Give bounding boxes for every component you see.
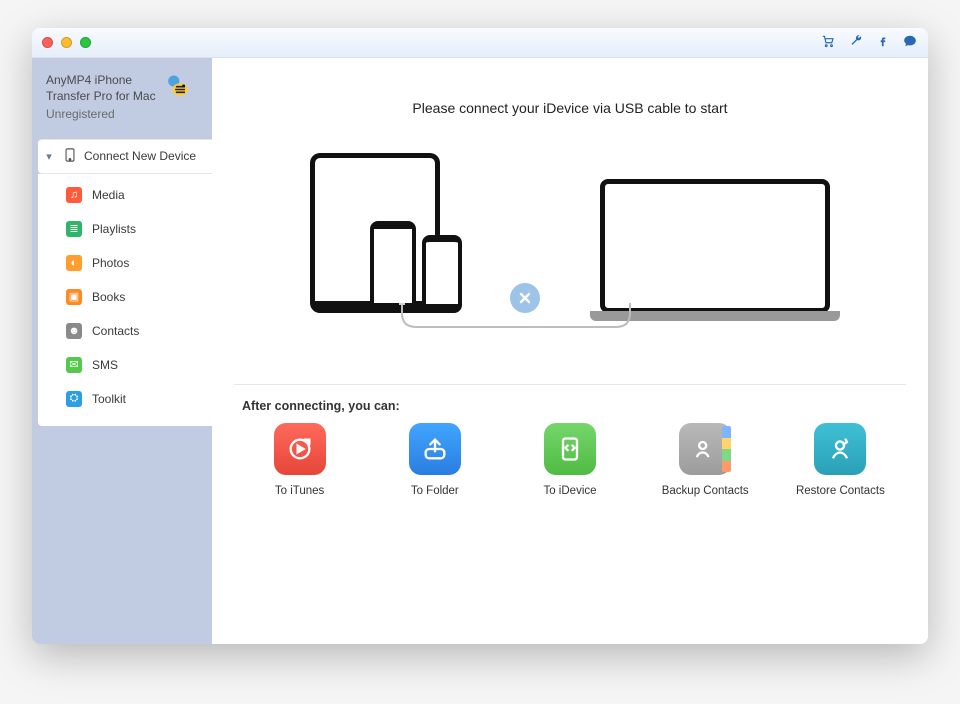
app-window: AnyMP4 iPhone Transfer Pro for Mac Unreg… xyxy=(32,28,928,644)
action-to-folder[interactable]: To Folder xyxy=(377,423,492,497)
sidebar-item-playlists[interactable]: ≣ Playlists xyxy=(38,212,212,246)
registration-status: Unregistered xyxy=(46,106,156,122)
laptop-illustration-icon xyxy=(600,179,830,313)
action-to-itunes[interactable]: To iTunes xyxy=(242,423,357,497)
chat-icon[interactable] xyxy=(902,34,918,51)
chevron-down-icon: ▾ xyxy=(42,150,56,163)
contacts-icon: ☻ xyxy=(66,323,82,339)
sidebar-item-label: Books xyxy=(92,290,125,304)
cart-icon[interactable] xyxy=(820,34,836,51)
connect-prompt: Please connect your iDevice via USB cabl… xyxy=(212,100,928,116)
sidebar-item-label: Contacts xyxy=(92,324,139,338)
device-node-icon xyxy=(64,148,76,165)
action-label: To iTunes xyxy=(275,485,324,497)
minimize-window-button[interactable] xyxy=(61,37,72,48)
facebook-icon[interactable] xyxy=(876,34,890,51)
section-divider xyxy=(234,384,906,385)
wrench-icon[interactable] xyxy=(848,34,864,51)
iphone-illustration-icon xyxy=(370,221,416,313)
device-tree: ▾ Connect New Device ♫ Media ≣ Playlists ◐ Ph… xyxy=(32,139,212,426)
app-title-line1: AnyMP4 iPhone xyxy=(46,72,156,88)
titlebar-actions xyxy=(820,34,918,51)
to-folder-icon xyxy=(409,423,461,475)
disconnected-icon xyxy=(510,283,540,313)
titlebar xyxy=(32,28,928,58)
window-controls xyxy=(42,37,91,48)
photos-icon: ◐ xyxy=(66,255,82,271)
sidebar-item-media[interactable]: ♫ Media xyxy=(38,178,212,212)
books-icon: ▣ xyxy=(66,289,82,305)
connect-illustration xyxy=(212,144,928,354)
connect-new-device-node[interactable]: ▾ Connect New Device xyxy=(38,139,212,174)
backup-contacts-icon xyxy=(679,423,731,475)
app-brand: AnyMP4 iPhone Transfer Pro for Mac Unreg… xyxy=(32,58,212,129)
connect-new-device-label: Connect New Device xyxy=(84,149,196,163)
sidebar-children: ♫ Media ≣ Playlists ◐ Photos ▣ Books ☻ Contacts ✉ S… xyxy=(38,174,212,426)
sidebar-item-label: Toolkit xyxy=(92,392,126,406)
playlist-icon: ≣ xyxy=(66,221,82,237)
sidebar-item-sms[interactable]: ✉ SMS xyxy=(38,348,212,382)
main-panel: Please connect your iDevice via USB cabl… xyxy=(212,58,928,644)
action-to-idevice[interactable]: To iDevice xyxy=(512,423,627,497)
music-icon: ♫ xyxy=(66,187,82,203)
sidebar-item-label: Photos xyxy=(92,256,129,270)
sidebar-item-label: SMS xyxy=(92,358,118,372)
sidebar: AnyMP4 iPhone Transfer Pro for Mac Unreg… xyxy=(32,58,212,644)
action-restore-contacts[interactable]: Restore Contacts xyxy=(783,423,898,497)
action-label: Backup Contacts xyxy=(662,485,749,497)
to-idevice-icon xyxy=(544,423,596,475)
after-connecting-label: After connecting, you can: xyxy=(242,399,928,413)
actions-row: To iTunes To Folder To iDevice Backup Conta… xyxy=(212,423,928,523)
to-itunes-icon xyxy=(274,423,326,475)
zoom-window-button[interactable] xyxy=(80,37,91,48)
action-label: To Folder xyxy=(411,485,459,497)
action-label: Restore Contacts xyxy=(796,485,885,497)
app-title-line2: Transfer Pro for Mac xyxy=(46,88,156,104)
bee-logo-icon xyxy=(164,72,192,100)
action-backup-contacts[interactable]: Backup Contacts xyxy=(648,423,763,497)
sidebar-item-books[interactable]: ▣ Books xyxy=(38,280,212,314)
sms-icon: ✉ xyxy=(66,357,82,373)
close-window-button[interactable] xyxy=(42,37,53,48)
sidebar-item-photos[interactable]: ◐ Photos xyxy=(38,246,212,280)
restore-contacts-icon xyxy=(814,423,866,475)
sidebar-item-label: Media xyxy=(92,188,125,202)
toolkit-icon: ⛭ xyxy=(66,391,82,407)
ipod-illustration-icon xyxy=(422,235,462,313)
sidebar-item-contacts[interactable]: ☻ Contacts xyxy=(38,314,212,348)
sidebar-item-toolkit[interactable]: ⛭ Toolkit xyxy=(38,382,212,416)
sidebar-item-label: Playlists xyxy=(92,222,136,236)
action-label: To iDevice xyxy=(543,485,596,497)
